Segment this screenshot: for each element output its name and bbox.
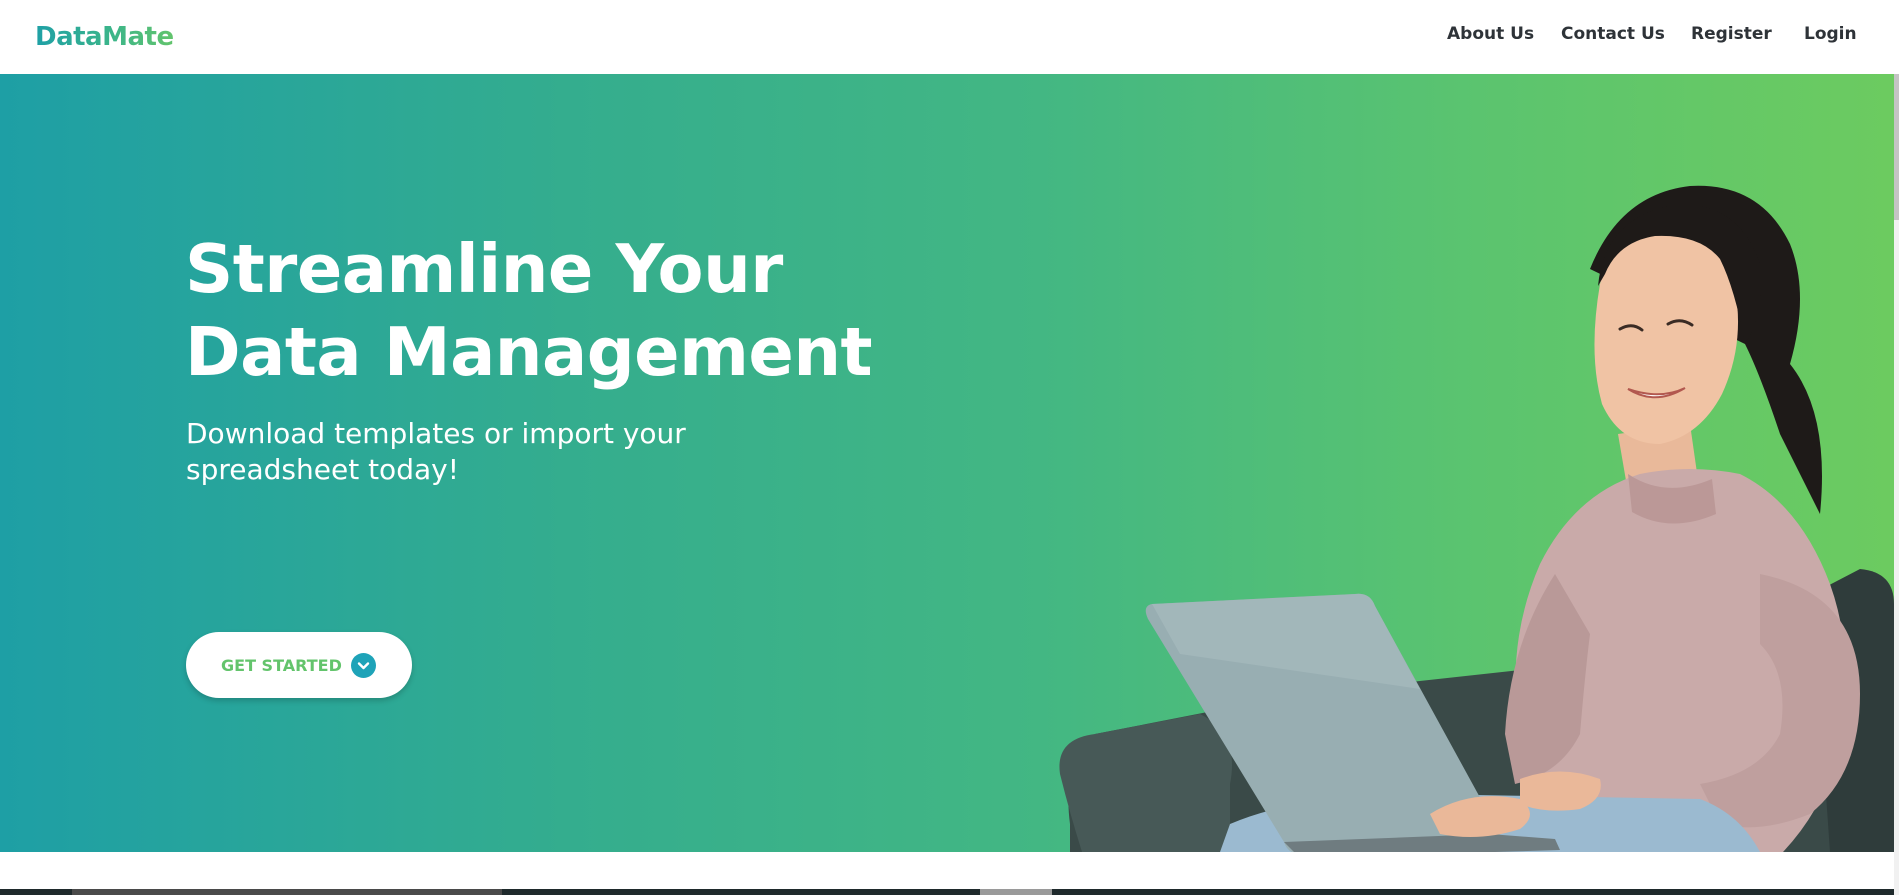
chevron-down-icon (351, 653, 376, 678)
get-started-label: GET STARTED (221, 656, 342, 675)
hero-subtitle-line-2: spreadsheet today! (186, 453, 459, 486)
page-scrollbar[interactable] (1894, 0, 1899, 895)
strip-segment (980, 889, 1052, 895)
hero-title-line-1: Streamline Your (185, 230, 783, 308)
get-started-button[interactable]: GET STARTED (186, 632, 412, 698)
nav-register-link[interactable]: Register (1691, 24, 1772, 44)
datamate-logo[interactable]: DataMate (35, 22, 174, 52)
hero-title-line-2: Data Management (185, 313, 873, 391)
next-section-strip (0, 889, 1894, 895)
hero-subtitle: Download templates or import your spread… (186, 416, 746, 488)
strip-segment (72, 889, 502, 895)
hero-title: Streamline Your Data Management (185, 228, 945, 394)
hero-section: Streamline Your Data Management Download… (0, 74, 1894, 852)
hero-subtitle-line-1: Download templates or import your (186, 417, 686, 450)
nav-about-us-link[interactable]: About Us (1447, 24, 1534, 44)
top-navbar: DataMate About Us Contact Us Register Lo… (0, 0, 1899, 74)
nav-contact-us-link[interactable]: Contact Us (1561, 24, 1665, 44)
nav-login-link[interactable]: Login (1804, 24, 1857, 44)
woman-with-laptop-photo (1059, 185, 1894, 852)
